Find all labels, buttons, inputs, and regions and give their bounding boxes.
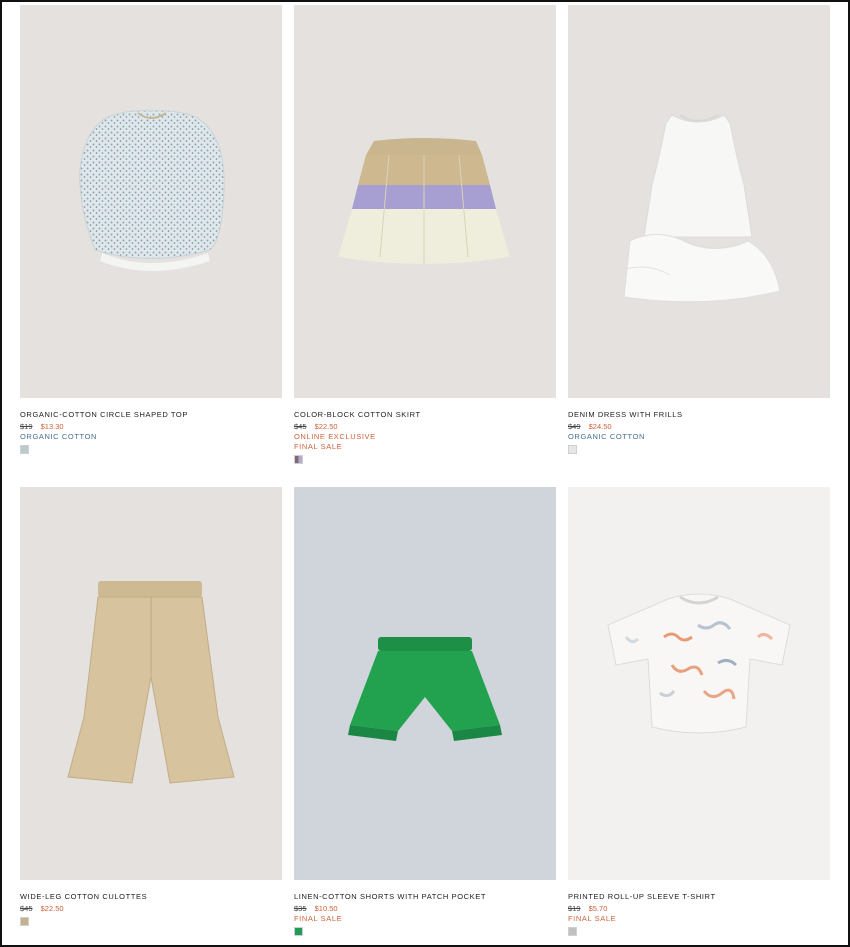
product-prices: $49 $24.50	[568, 421, 830, 432]
product-info: COLOR-BLOCK COTTON SKIRT $45 $22.50 ONLI…	[294, 398, 556, 464]
sale-price: $24.50	[588, 422, 612, 431]
product-tag-final-sale: FINAL SALE	[294, 914, 343, 923]
product-name[interactable]: COLOR-BLOCK COTTON SKIRT	[294, 409, 556, 420]
sale-price: $13.30	[40, 422, 64, 431]
product-tag-organic: ORGANIC COTTON	[568, 432, 646, 441]
product-image-dress[interactable]	[568, 5, 830, 398]
product-image-shorts[interactable]	[294, 487, 556, 880]
product-name[interactable]: ORGANIC-COTTON CIRCLE SHAPED TOP	[20, 409, 282, 420]
product-info: WIDE-LEG COTTON CULOTTES $45 $22.50	[20, 880, 282, 926]
original-price: $45	[294, 422, 307, 431]
product-name[interactable]: PRINTED ROLL-UP SLEEVE T-SHIRT	[568, 891, 830, 902]
original-price: $35	[294, 904, 307, 913]
product-card[interactable]: PRINTED ROLL-UP SLEEVE T-SHIRT $19 $5.70…	[568, 487, 830, 947]
product-prices: $19 $5.70	[568, 903, 830, 914]
product-card[interactable]: COLOR-BLOCK COTTON SKIRT $45 $22.50 ONLI…	[294, 5, 556, 487]
color-swatch[interactable]	[568, 445, 577, 454]
sale-price: $10.50	[314, 904, 338, 913]
product-image-circle-top[interactable]	[20, 5, 282, 398]
original-price: $45	[20, 904, 33, 913]
product-tag-final-sale: FINAL SALE	[294, 442, 343, 451]
product-prices: $45 $22.50	[294, 421, 556, 432]
product-tag-final-sale: FINAL SALE	[568, 914, 617, 923]
product-name[interactable]: LINEN-COTTON SHORTS WITH PATCH POCKET	[294, 891, 556, 902]
sale-price: $22.50	[40, 904, 64, 913]
product-card[interactable]: WIDE-LEG COTTON CULOTTES $45 $22.50	[20, 487, 282, 947]
sale-price: $22.50	[314, 422, 338, 431]
product-tag-online-exclusive: ONLINE EXCLUSIVE	[294, 432, 376, 441]
product-grid: ORGANIC-COTTON CIRCLE SHAPED TOP $19 $13…	[20, 5, 830, 947]
product-info: ORGANIC-COTTON CIRCLE SHAPED TOP $19 $13…	[20, 398, 282, 454]
original-price: $49	[568, 422, 581, 431]
product-tag-organic: ORGANIC COTTON	[20, 432, 98, 441]
product-card[interactable]: LINEN-COTTON SHORTS WITH PATCH POCKET $3…	[294, 487, 556, 947]
color-swatch[interactable]	[568, 927, 577, 936]
product-prices: $45 $22.50	[20, 903, 282, 914]
product-prices: $35 $10.50	[294, 903, 556, 914]
color-swatch[interactable]	[20, 917, 29, 926]
product-image-tshirt[interactable]	[568, 487, 830, 880]
original-price: $19	[568, 904, 581, 913]
sale-price: $5.70	[588, 904, 608, 913]
product-grid-page: ORGANIC-COTTON CIRCLE SHAPED TOP $19 $13…	[0, 0, 850, 947]
color-swatch[interactable]	[294, 927, 303, 936]
product-name[interactable]: WIDE-LEG COTTON CULOTTES	[20, 891, 282, 902]
color-swatch[interactable]	[20, 445, 29, 454]
original-price: $19	[20, 422, 33, 431]
product-card[interactable]: DENIM DRESS WITH FRILLS $49 $24.50 ORGAN…	[568, 5, 830, 487]
product-info: LINEN-COTTON SHORTS WITH PATCH POCKET $3…	[294, 880, 556, 936]
product-info: DENIM DRESS WITH FRILLS $49 $24.50 ORGAN…	[568, 398, 830, 454]
color-swatch[interactable]	[294, 455, 303, 464]
product-info: PRINTED ROLL-UP SLEEVE T-SHIRT $19 $5.70…	[568, 880, 830, 936]
product-name[interactable]: DENIM DRESS WITH FRILLS	[568, 409, 830, 420]
product-prices: $19 $13.30	[20, 421, 282, 432]
product-image-culottes[interactable]	[20, 487, 282, 880]
product-image-skirt[interactable]	[294, 5, 556, 398]
product-card[interactable]: ORGANIC-COTTON CIRCLE SHAPED TOP $19 $13…	[20, 5, 282, 487]
